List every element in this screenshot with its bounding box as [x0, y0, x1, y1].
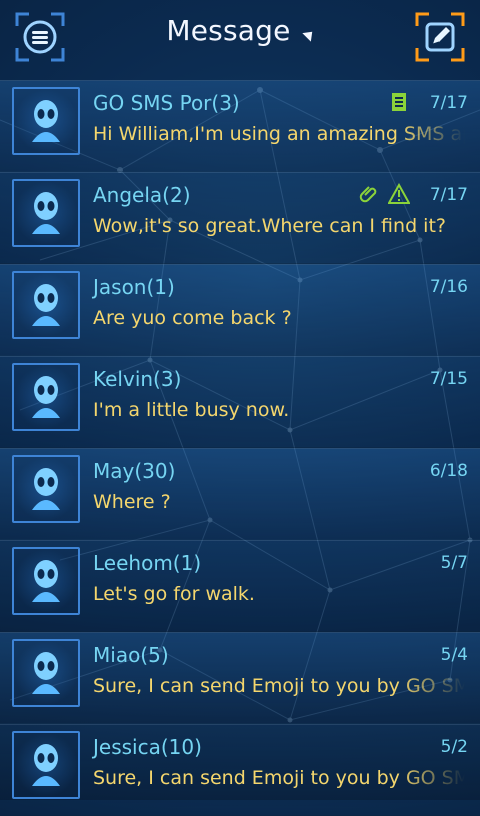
- message-preview: Let's go for walk.: [93, 583, 255, 605]
- message-date: 7/16: [429, 277, 468, 297]
- paperclip-icon: [359, 186, 377, 203]
- page-title: Message: [166, 14, 291, 47]
- avatar: [12, 731, 80, 799]
- alien-avatar-icon: [32, 744, 60, 786]
- edit-icon: [425, 22, 455, 52]
- alien-avatar-icon: [32, 652, 60, 694]
- message-date: 6/18: [429, 461, 468, 481]
- avatar: [12, 547, 80, 615]
- message-preview: Are yuo come back ?: [93, 307, 292, 329]
- compose-button[interactable]: [415, 12, 465, 62]
- warning-icon: [388, 183, 410, 204]
- alien-avatar-icon: [32, 468, 60, 510]
- message-preview: Sure, I can send Emoji to you by GO SMS: [93, 675, 465, 697]
- message-row[interactable]: May(30) 6/18 Where ?: [0, 448, 480, 540]
- message-date: 7/17: [429, 93, 468, 113]
- message-row[interactable]: Leehom(1) 5/7 Let's go for walk.: [0, 540, 480, 632]
- message-row[interactable]: GO SMS Por(3) 7/17 Hi William,I'm using …: [0, 80, 480, 172]
- contact-name: Miao(5): [93, 643, 169, 667]
- contact-name: GO SMS Por(3): [93, 91, 240, 115]
- message-preview: Where ?: [93, 491, 171, 513]
- alien-avatar-icon: [32, 560, 60, 602]
- message-preview: I'm a little busy now.: [93, 399, 290, 421]
- avatar: [12, 271, 80, 339]
- contact-name: Angela(2): [93, 183, 191, 207]
- contact-name: Leehom(1): [93, 551, 202, 575]
- message-row[interactable]: Angela(2) 7/17 Wow,it's so great.Where c…: [0, 172, 480, 264]
- avatar: [12, 179, 80, 247]
- dropdown-caret-icon: [301, 27, 317, 42]
- contact-name: Jason(1): [93, 275, 175, 299]
- contact-name: Kelvin(3): [93, 367, 182, 391]
- alien-avatar-icon: [32, 376, 60, 418]
- message-list: GO SMS Por(3) 7/17 Hi William,I'm using …: [0, 80, 480, 816]
- message-row[interactable]: Miao(5) 5/4 Sure, I can send Emoji to yo…: [0, 632, 480, 724]
- alien-avatar-icon: [32, 100, 60, 142]
- avatar: [12, 455, 80, 523]
- message-date: 5/4: [440, 645, 468, 665]
- message-date: 5/2: [440, 737, 468, 757]
- contact-name: May(30): [93, 459, 176, 483]
- message-row[interactable]: Jason(1) 7/16 Are yuo come back ?: [0, 264, 480, 356]
- message-date: 7/17: [429, 185, 468, 205]
- message-date: 5/7: [440, 553, 468, 573]
- avatar: [12, 363, 80, 431]
- avatar: [12, 639, 80, 707]
- message-date: 7/15: [429, 369, 468, 389]
- status-icons: [358, 183, 410, 205]
- message-preview: Wow,it's so great.Where can I find it?: [93, 215, 446, 237]
- title-area[interactable]: Message: [0, 14, 480, 47]
- status-icons: [388, 91, 410, 113]
- top-bar: Message: [0, 0, 480, 80]
- avatar: [12, 87, 80, 155]
- document-icon: [392, 93, 406, 111]
- contact-name: Jessica(10): [93, 735, 202, 759]
- alien-avatar-icon: [32, 192, 60, 234]
- message-row[interactable]: Kelvin(3) 7/15 I'm a little busy now.: [0, 356, 480, 448]
- message-row[interactable]: Jessica(10) 5/2 Sure, I can send Emoji t…: [0, 724, 480, 816]
- alien-avatar-icon: [32, 284, 60, 326]
- message-preview: Hi William,I'm using an amazing SMS ap: [93, 123, 465, 145]
- message-preview: Sure, I can send Emoji to you by GO SMS: [93, 767, 465, 789]
